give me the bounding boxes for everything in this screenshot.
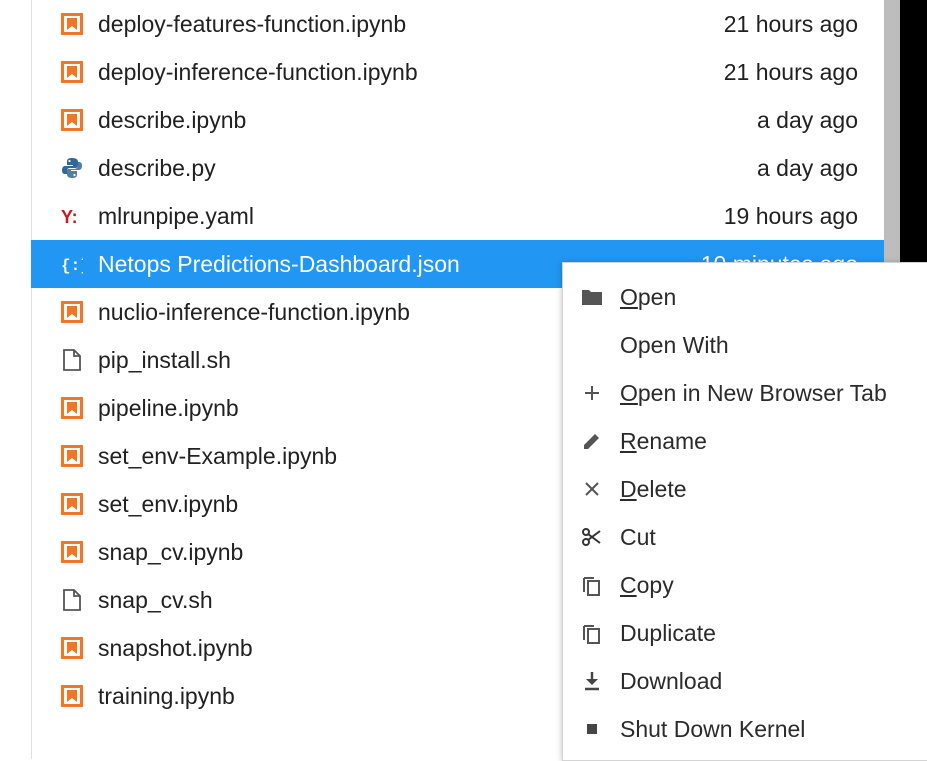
menu-item-label: Rename — [620, 427, 707, 454]
folder-icon — [581, 286, 603, 308]
file-row[interactable]: deploy-features-function.ipynb 21 hours … — [31, 0, 884, 48]
menu-item-duplicate[interactable]: Duplicate — [563, 609, 927, 657]
file-row[interactable]: deploy-inference-function.ipynb 21 hours… — [31, 48, 884, 96]
file-modified: 21 hours ago — [723, 58, 858, 85]
plus-icon — [581, 382, 603, 404]
file-name: describe.ipynb — [98, 106, 247, 133]
menu-item-open-new-tab[interactable]: Open in New Browser Tab — [563, 369, 927, 417]
menu-item-cut[interactable]: Cut — [563, 513, 927, 561]
menu-item-shutdown-kernel[interactable]: Shut Down Kernel — [563, 705, 927, 753]
file-row[interactable]: describe.py a day ago — [31, 144, 884, 192]
copy-icon — [581, 574, 603, 596]
menu-item-label: Open — [620, 283, 677, 310]
file-row[interactable]: Y: mlrunpipe.yaml 19 hours ago — [31, 192, 884, 240]
menu-item-label: Open With — [620, 331, 729, 358]
notebook-icon — [61, 685, 83, 707]
menu-item-open[interactable]: Open — [563, 273, 927, 321]
left-panel-edge — [0, 0, 32, 759]
file-modified: 21 hours ago — [723, 10, 858, 37]
file-name: Netops Predictions-Dashboard.json — [98, 250, 460, 277]
context-menu: Open Open With Open in New Browser Tab R… — [562, 262, 927, 761]
notebook-icon — [61, 541, 83, 563]
file-name: deploy-inference-function.ipynb — [98, 58, 418, 85]
file-name: describe.py — [98, 154, 216, 181]
scissors-icon — [581, 526, 603, 548]
menu-item-copy[interactable]: Copy — [563, 561, 927, 609]
file-modified: a day ago — [756, 106, 858, 133]
svg-text:{:}: {:} — [61, 257, 83, 275]
menu-item-label: Shut Down Kernel — [620, 715, 806, 742]
python-icon — [61, 157, 83, 179]
notebook-icon — [61, 445, 83, 467]
file-modified: 19 hours ago — [723, 202, 858, 229]
menu-item-label: Download — [620, 667, 723, 694]
menu-item-label: Cut — [620, 523, 656, 550]
file-modified: a day ago — [756, 154, 858, 181]
svg-text:Y:: Y: — [61, 207, 78, 227]
notebook-icon — [61, 13, 83, 35]
file-name: mlrunpipe.yaml — [98, 202, 254, 229]
file-row[interactable]: describe.ipynb a day ago — [31, 96, 884, 144]
menu-item-rename[interactable]: Rename — [563, 417, 927, 465]
menu-item-download[interactable]: Download — [563, 657, 927, 705]
stop-icon — [581, 718, 603, 740]
file-icon — [61, 589, 83, 611]
notebook-icon — [61, 61, 83, 83]
menu-item-label: Duplicate — [620, 619, 716, 646]
json-icon: {:} — [61, 253, 83, 275]
menu-item-label: Open in New Browser Tab — [620, 379, 887, 406]
notebook-icon — [61, 301, 83, 323]
menu-item-open-with[interactable]: Open With — [563, 321, 927, 369]
download-icon — [581, 670, 603, 692]
notebook-icon — [61, 109, 83, 131]
notebook-icon — [61, 397, 83, 419]
pencil-icon — [581, 430, 603, 452]
copy-icon — [581, 622, 603, 644]
file-name: deploy-features-function.ipynb — [98, 10, 407, 37]
menu-item-delete[interactable]: Delete — [563, 465, 927, 513]
close-icon — [581, 478, 603, 500]
notebook-icon — [61, 493, 83, 515]
menu-item-label: Delete — [620, 475, 687, 502]
yaml-icon: Y: — [61, 205, 83, 227]
file-icon — [61, 349, 83, 371]
menu-item-label: Copy — [620, 571, 674, 598]
notebook-icon — [61, 637, 83, 659]
